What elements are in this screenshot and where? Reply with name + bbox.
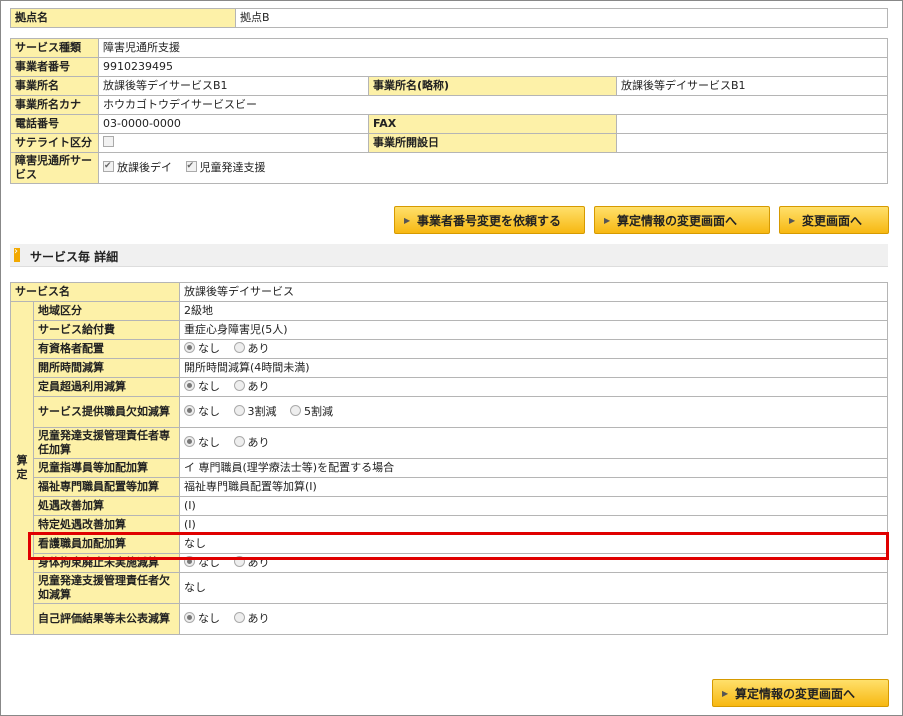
tel-value: 03-0000-0000 xyxy=(98,114,369,134)
self-eval-none-radio[interactable] xyxy=(184,612,195,623)
arrow-right-icon: ▶ xyxy=(404,216,411,225)
welfare-label: 福祉専門職員配置等加算 xyxy=(33,477,180,497)
service-name-value: 放課後等デイサービス xyxy=(179,282,888,302)
section-header: サービス毎 詳細 xyxy=(10,244,888,267)
area-label: 地域区分 xyxy=(33,301,180,321)
over-none-radio[interactable] xyxy=(184,380,195,391)
office-name-value: 放課後等デイサービスB1 xyxy=(98,76,369,96)
hours-label: 開所時間減算 xyxy=(33,358,180,378)
lack-none-radio[interactable] xyxy=(184,405,195,416)
location-table: 拠点名 拠点B xyxy=(10,8,888,28)
calc-change-button[interactable]: ▶ 算定情報の変更画面へ xyxy=(594,206,770,234)
lack-label: サービス提供職員欠如減算 xyxy=(33,396,180,428)
manager-label: 児童発達支援管理責任者専任加算 xyxy=(33,427,180,459)
santei-label: 算定 xyxy=(10,301,34,635)
arrow-right-icon: ▶ xyxy=(789,216,796,225)
satellite-label: サテライト区分 xyxy=(10,133,99,153)
arrow-right-icon: ▶ xyxy=(722,689,729,698)
welfare-value: 福祉専門職員配置等加算(Ⅰ) xyxy=(179,477,888,497)
manager-none-radio[interactable] xyxy=(184,436,195,447)
self-eval-label: 自己評価結果等未公表減算 xyxy=(33,603,180,635)
treat-value: (Ⅰ) xyxy=(179,496,888,516)
service-name-label: サービス名 xyxy=(10,282,180,302)
change-button[interactable]: ▶ 変更画面へ xyxy=(779,206,889,234)
over-label: 定員超過利用減算 xyxy=(33,377,180,397)
office-short-label: 事業所名(略称) xyxy=(368,76,617,96)
detail-table: サービス名 放課後等デイサービス 算定 地域区分 2級地 サービス給付費 重症心… xyxy=(10,282,888,635)
location-value: 拠点B xyxy=(235,8,888,28)
location-label: 拠点名 xyxy=(10,8,236,28)
fee-label: サービス給付費 xyxy=(33,320,180,340)
hours-value: 開所時間減算(4時間未満) xyxy=(179,358,888,378)
over-exist-radio[interactable] xyxy=(233,380,245,391)
satellite-checkbox[interactable] xyxy=(103,136,114,147)
biz-no-label: 事業者番号 xyxy=(10,57,99,77)
service-type-value: 障害児通所支援 xyxy=(98,38,888,58)
office-name-label: 事業所名 xyxy=(10,76,99,96)
qualified-exist-radio[interactable] xyxy=(233,342,245,353)
section-title: サービス毎 詳細 xyxy=(30,250,119,264)
svc-child-dev-checkbox[interactable] xyxy=(185,159,197,173)
qualified-label: 有資格者配置 xyxy=(33,339,180,359)
treat-label: 処遇改善加算 xyxy=(33,496,180,516)
tel-label: 電話番号 xyxy=(10,114,99,134)
self-eval-exist-radio[interactable] xyxy=(233,612,245,623)
office-info-table: サービス種類 障害児通所支援 事業者番号 9910239495 事業所名 放課後… xyxy=(10,38,888,184)
highlight-box xyxy=(28,532,889,560)
service-type-label: サービス種類 xyxy=(10,38,99,58)
qualified-none-radio[interactable] xyxy=(184,342,195,353)
area-value: 2級地 xyxy=(179,301,888,321)
lack-cut3-radio[interactable] xyxy=(233,405,245,416)
svc-after-school-checkbox[interactable] xyxy=(103,159,114,173)
open-date-label: 事業所開設日 xyxy=(368,133,617,153)
section-marker-icon xyxy=(14,246,20,262)
arrow-right-icon: ▶ xyxy=(604,216,611,225)
svc-child-dev-label: 児童発達支援 xyxy=(199,161,266,174)
mgr-lack-value: なし xyxy=(179,572,888,604)
fee-value: 重症心身障害児(5人) xyxy=(179,320,888,340)
mgr-lack-label: 児童発達支援管理責任者欠如減算 xyxy=(33,572,180,604)
svc-label: 障害児通所サービス xyxy=(10,152,99,184)
office-short-value: 放課後等デイサービスB1 xyxy=(616,76,888,96)
calc-change-bottom-button[interactable]: ▶ 算定情報の変更画面へ xyxy=(712,679,889,707)
instructor-label: 児童指導員等加配加算 xyxy=(33,458,180,478)
instructor-value: イ 専門職員(理学療法士等)を配置する場合 xyxy=(179,458,888,478)
office-kana-value: ホウカゴトウデイサービスビー xyxy=(98,95,888,115)
request-biz-no-button[interactable]: ▶ 事業者番号変更を依頼する xyxy=(394,206,585,234)
fax-label: FAX xyxy=(368,114,617,134)
svc-after-school-label: 放課後デイ xyxy=(117,161,172,174)
manager-exist-radio[interactable] xyxy=(233,436,245,447)
fax-value xyxy=(616,114,888,134)
office-kana-label: 事業所名カナ xyxy=(10,95,99,115)
open-date-value xyxy=(616,133,888,153)
biz-no-value: 9910239495 xyxy=(98,57,888,77)
lack-cut5-radio[interactable] xyxy=(290,405,301,416)
